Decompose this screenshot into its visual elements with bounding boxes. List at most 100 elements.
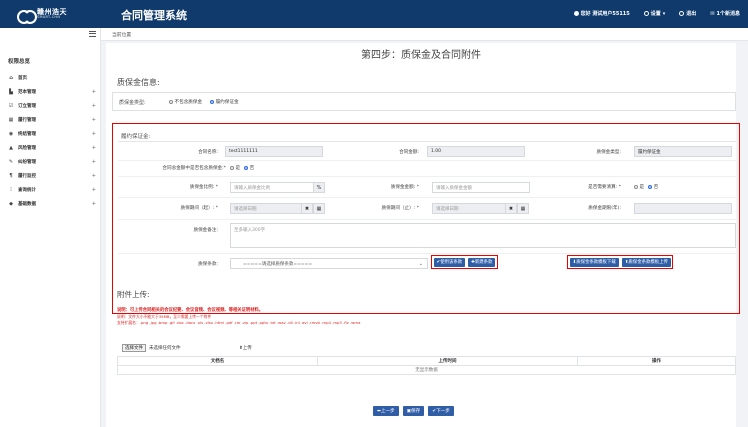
period-end-input[interactable]: 请选择日期 (432, 203, 506, 214)
period-start-label: 质保期间（起）: * (180, 206, 218, 211)
qbz-type-display-label: 质保金类型: (596, 150, 621, 155)
use-terms-button[interactable]: ✔ 使用该条款 (433, 257, 466, 267)
save-button[interactable]: ▣ 保存 (402, 406, 425, 416)
sidebar-item-label: 订立管理 (18, 104, 36, 109)
expand-icon[interactable]: + (92, 103, 96, 109)
expand-icon[interactable]: + (92, 201, 96, 207)
order-icon: ☑ (8, 103, 14, 109)
clear-icon[interactable]: ✖ (505, 203, 517, 214)
user-menu[interactable]: 您好 测试用户55115 (573, 10, 630, 17)
terms-label: 质保条款: (198, 262, 218, 267)
template-action-group: ⬇ 质保金条款模板下载 ⬆ 质保金条款模板上传 (567, 255, 674, 269)
expand-icon[interactable]: + (92, 187, 96, 193)
sidebar-item[interactable]: ▦ 履行管理 + (8, 115, 96, 125)
sidebar-item[interactable]: ▙ 范本管理 + (8, 87, 96, 97)
menu-toggle-icon[interactable] (89, 31, 96, 37)
sidebar-item-label: 基础数据 (18, 202, 36, 207)
sidebar-item-label: 风险管理 (18, 146, 36, 151)
qbz-type-row: 质保金类型: 不包含质保金 履约保证金 (112, 92, 736, 111)
prev-step-button[interactable]: ⬅ 上一步 (373, 406, 399, 416)
breadcrumb: 当前位置 (112, 33, 132, 38)
expand-icon[interactable]: + (92, 159, 96, 165)
logo: 赣州浩天 SMART-CHN (17, 8, 67, 24)
percent-addon: % (313, 182, 325, 193)
terms-action-group: ✔ 使用该条款 ✚ 新建条款 (431, 255, 498, 269)
sidebar-item[interactable]: ◆ 基础数据 + (8, 199, 96, 209)
app-title: 合同管理系统 (121, 9, 187, 22)
radio-icon (169, 99, 173, 104)
qbz-option-lybz[interactable]: 履约保证金 (210, 99, 239, 105)
contract-amount-label: 合同金额: (399, 150, 419, 155)
column-header: 上传时间 (317, 356, 578, 366)
cash-yes-radio[interactable]: 是 (634, 184, 644, 190)
document-icon: ▙ (9, 89, 13, 95)
settings-menu[interactable]: 设置 ▾ (643, 10, 665, 17)
attachment-note: 说明：可上传合同相关的会议纪要、会议音频、会议视频、等相关证明材料。 (117, 308, 264, 313)
radio-checked-icon (648, 184, 653, 189)
sidebar-item-label: 范本管理 (18, 90, 36, 95)
choose-file-button[interactable]: 选择文件 (122, 344, 146, 352)
qbz-option-none[interactable]: 不包含质保金 (169, 99, 202, 105)
upload-template-button[interactable]: ⬆ 质保金条款模板上传 (621, 257, 671, 267)
cash-no-radio[interactable]: 否 (648, 184, 658, 190)
selected-file-name: 未选择任何文件 (149, 346, 181, 351)
expand-icon[interactable]: + (92, 131, 96, 137)
sidebar-item-label: 终结管理 (18, 132, 36, 137)
breadcrumb-bar: 当前位置 (89, 28, 748, 41)
download-template-button[interactable]: ⬇ 质保金条款模板下载 (569, 257, 619, 267)
calendar-icon[interactable]: ▦ (313, 203, 325, 214)
sidebar-item-label: 履行监控 (18, 174, 36, 179)
qbz-type-display-field: 履约保证金 (634, 146, 732, 157)
chevron-down-icon: ⌄ (418, 261, 423, 267)
home-icon: ⌂ (9, 75, 13, 81)
sidebar-item[interactable]: ▲ 风险管理 + (8, 143, 96, 153)
stop-icon: ◉ (8, 131, 14, 137)
clear-icon[interactable]: ✖ (301, 203, 313, 214)
empty-row: 无显示数据 (117, 365, 736, 375)
user-icon (573, 11, 579, 16)
sidebar-item[interactable]: ◉ 终结管理 + (8, 129, 96, 139)
radio-icon (230, 165, 234, 170)
sidebar-item[interactable]: ⌂ 首页 (8, 73, 96, 83)
radio-checked-icon (210, 99, 215, 104)
amount-label: 质保金金额: * (390, 185, 419, 190)
sidebar-heading: 权限总览 (8, 59, 31, 65)
sidebar-item-label: 查询统计 (18, 188, 36, 193)
sidebar: 权限总览 ⌂ 首页 ▙ 范本管理 + ☑ 订立管理 + ▦ 履行管理 + ◉ 终结管理 + ▲ 风险管理 + ✎ 纠… (0, 28, 101, 427)
sidebar-item[interactable]: ¶ 履行监控 + (8, 171, 96, 181)
expand-icon[interactable]: + (92, 145, 96, 151)
terms-select[interactable]: =====请选择质保条款===== ⌄ (230, 258, 428, 269)
upload-button[interactable]: ⬆ 上传 (236, 344, 255, 352)
expand-icon[interactable]: + (92, 173, 96, 179)
amount-input[interactable]: 请输入质保金金额 (432, 182, 530, 193)
sidebar-item-label: 履行管理 (18, 118, 36, 123)
sidebar-item[interactable]: ✎ 纠纷管理 + (8, 157, 96, 167)
step-title: 第四步：质保金及合同附件 (361, 50, 481, 61)
gear-icon (643, 11, 649, 16)
logout-link[interactable]: 退出 (679, 10, 696, 17)
contract-amount-field: 1.00 (427, 146, 525, 157)
remark-label: 质保金备注: (193, 228, 218, 233)
sidebar-item[interactable]: ⫶ 查询统计 + (8, 185, 96, 195)
logo-subtitle: SMART-CHN (37, 15, 61, 20)
messages-link[interactable]: ✉ 1个新消息 (710, 10, 740, 18)
ratio-input[interactable]: 请输入质保金比例 (230, 182, 314, 193)
next-step-button[interactable]: ✔ 下一步 (428, 406, 454, 416)
new-terms-button[interactable]: ✚ 新建条款 (468, 257, 496, 267)
main-panel: 第四步：质保金及合同附件 质保金信息: 质保金类型: 不包含质保金 履约保证金 … (106, 43, 740, 427)
contract-name-label: 合同名称: (198, 150, 218, 155)
expand-icon[interactable]: + (92, 89, 96, 95)
calendar-icon[interactable]: ▦ (517, 203, 529, 214)
include-yes-radio[interactable]: 是 (230, 165, 240, 171)
attachment-title: 附件上传: (117, 290, 150, 299)
include-no-radio[interactable]: 否 (244, 165, 254, 171)
remark-textarea[interactable]: 至多输入300字 (230, 223, 736, 248)
sidebar-item-label: 首页 (18, 76, 27, 81)
qbz-section-title: 质保金信息: (117, 78, 160, 87)
period-start-input[interactable]: 请选择日期 (230, 203, 302, 214)
sidebar-item[interactable]: ☑ 订立管理 + (8, 101, 96, 111)
years-field (634, 203, 732, 214)
ratio-label: 质保金比例: * (189, 185, 218, 190)
expand-icon[interactable]: + (92, 117, 96, 123)
period-end-label: 质保期间（止）: * (381, 206, 419, 211)
